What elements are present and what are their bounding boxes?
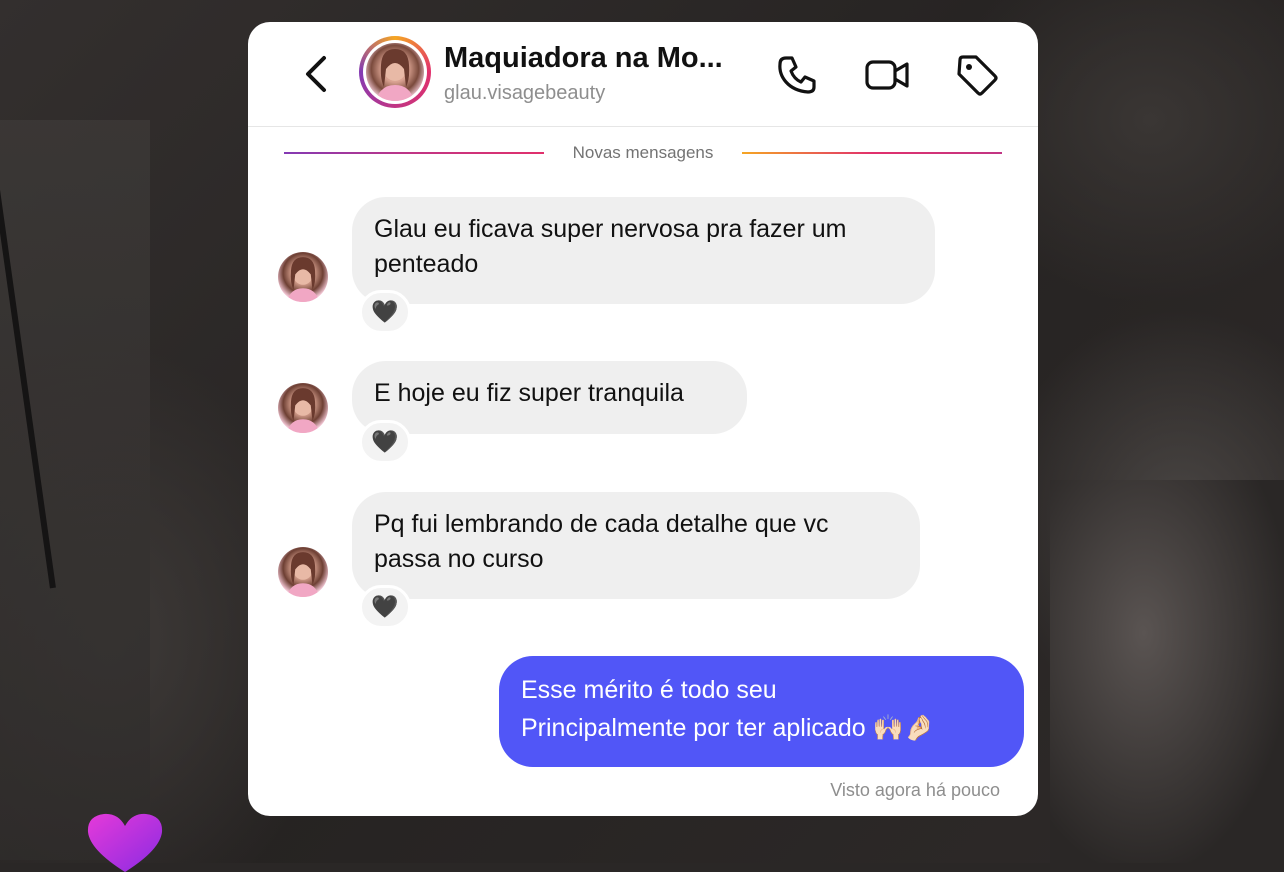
message-bubble-outgoing[interactable]: Esse mérito é todo seu Principalmente po… (499, 656, 1024, 767)
contact-name[interactable]: Maquiadora na Mo... (444, 42, 723, 75)
heart-icon[interactable] (86, 812, 164, 872)
dm-conversation-card: Maquiadora na Mo... glau.visagebeauty No… (248, 22, 1038, 816)
phone-icon[interactable] (774, 52, 820, 98)
avatar-photo (366, 43, 424, 101)
conversation-header: Maquiadora na Mo... glau.visagebeauty (248, 22, 1038, 127)
heart-reaction[interactable]: 🖤 (359, 420, 411, 464)
black-heart-icon: 🖤 (371, 299, 399, 324)
back-icon[interactable] (298, 54, 332, 94)
message-bubble-incoming[interactable]: Glau eu ficava super nervosa pra fazer u… (352, 197, 935, 304)
message-text-line: passa no curso (374, 545, 544, 573)
message-text-line: Glau eu ficava super nervosa pra fazer u… (374, 215, 847, 243)
black-heart-icon: 🖤 (371, 594, 399, 619)
heart-reaction[interactable]: 🖤 (359, 290, 411, 334)
contact-username: glau.visagebeauty (444, 82, 606, 104)
new-messages-divider: Novas mensagens (284, 142, 1002, 164)
tag-icon[interactable] (954, 52, 1000, 98)
heart-reaction[interactable]: 🖤 (359, 585, 411, 629)
sender-avatar[interactable] (278, 252, 328, 302)
video-icon[interactable] (864, 52, 910, 98)
seen-status: Visto agora há pouco (830, 780, 1000, 800)
sender-avatar[interactable] (278, 383, 328, 433)
message-text-line: Pq fui lembrando de cada detalhe que vc (374, 510, 829, 538)
message-text-line: E hoje eu fiz super tranquila (374, 379, 684, 407)
message-bubble-incoming[interactable]: Pq fui lembrando de cada detalhe que vc … (352, 492, 920, 599)
sender-avatar[interactable] (278, 547, 328, 597)
message-text-line: penteado (374, 250, 479, 278)
black-heart-icon: 🖤 (371, 429, 399, 454)
background-hand (1050, 480, 1284, 863)
message-text-line: Principalmente por ter aplicado 🙌🏻🤌🏻 (521, 714, 935, 742)
message-text-line: Esse mérito é todo seu (521, 676, 777, 704)
background-chair (0, 120, 150, 860)
avatar[interactable] (359, 36, 431, 108)
message-bubble-incoming[interactable]: E hoje eu fiz super tranquila (352, 361, 747, 434)
